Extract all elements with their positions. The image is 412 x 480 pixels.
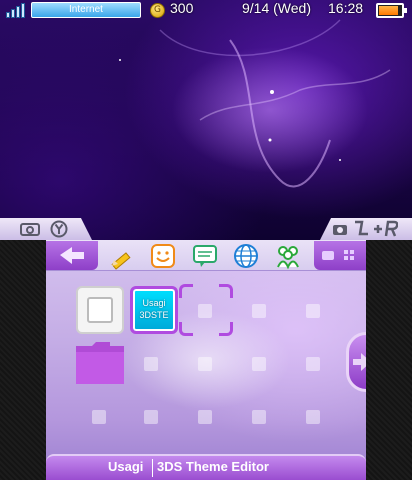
back-button[interactable] <box>46 241 98 270</box>
play-coin-icon: G <box>150 3 165 18</box>
play-coin-count: 300 <box>170 0 194 16</box>
cartridge-icon <box>87 297 113 323</box>
l-r-buttons-icon <box>355 220 398 237</box>
y-button-icon <box>50 220 68 238</box>
usagi-tile-label-2: 3DSTE <box>139 310 169 320</box>
top-screen: Internet G 300 9/14 (Wed) 16:28 <box>0 0 412 240</box>
connection-status: Internet <box>31 2 141 18</box>
app-title: Usagi <box>108 459 144 474</box>
camera-y-shortcut-tab[interactable] <box>0 218 92 240</box>
divider <box>152 459 153 477</box>
usagi-tile-label-1: Usagi <box>142 298 166 308</box>
bottom-screen: Usagi 3DSTE Usagi 3DS Theme Editor <box>0 240 412 480</box>
battery-fill <box>379 6 398 15</box>
signal-strength-icon <box>6 2 28 18</box>
nebula-wallpaper <box>119 19 391 188</box>
arrow-right-icon <box>353 353 366 371</box>
selection-cursor <box>179 284 233 336</box>
pencil-icon[interactable] <box>108 242 136 270</box>
folder-icon[interactable] <box>76 340 124 384</box>
smile-icon[interactable] <box>149 242 177 270</box>
grid-view-icon <box>322 250 354 260</box>
toolbar <box>46 240 366 271</box>
app-subtitle: 3DS Theme Editor <box>157 459 269 474</box>
back-icon <box>60 247 84 264</box>
clock: 16:28 <box>328 0 364 16</box>
date: 9/14 (Wed) <box>242 0 311 16</box>
camera-icon <box>20 223 40 236</box>
friends-icon[interactable] <box>274 242 302 270</box>
home-menu-panel: Usagi 3DSTE Usagi 3DS Theme Editor <box>46 240 366 480</box>
view-toggle-button[interactable] <box>314 241 366 270</box>
status-bar: Internet G 300 9/14 (Wed) 16:28 <box>0 0 412 20</box>
game-card-slot-tile[interactable] <box>76 286 124 334</box>
camera-icon <box>333 225 347 235</box>
camera-lr-shortcut-tab[interactable] <box>320 218 412 240</box>
globe-icon[interactable] <box>232 242 260 270</box>
scroll-right-button[interactable] <box>346 332 366 392</box>
chat-icon[interactable] <box>191 242 219 270</box>
battery-icon <box>376 3 407 18</box>
app-info-bar: Usagi 3DS Theme Editor <box>46 454 366 480</box>
usagi-app-tile[interactable]: Usagi 3DSTE <box>130 286 178 334</box>
